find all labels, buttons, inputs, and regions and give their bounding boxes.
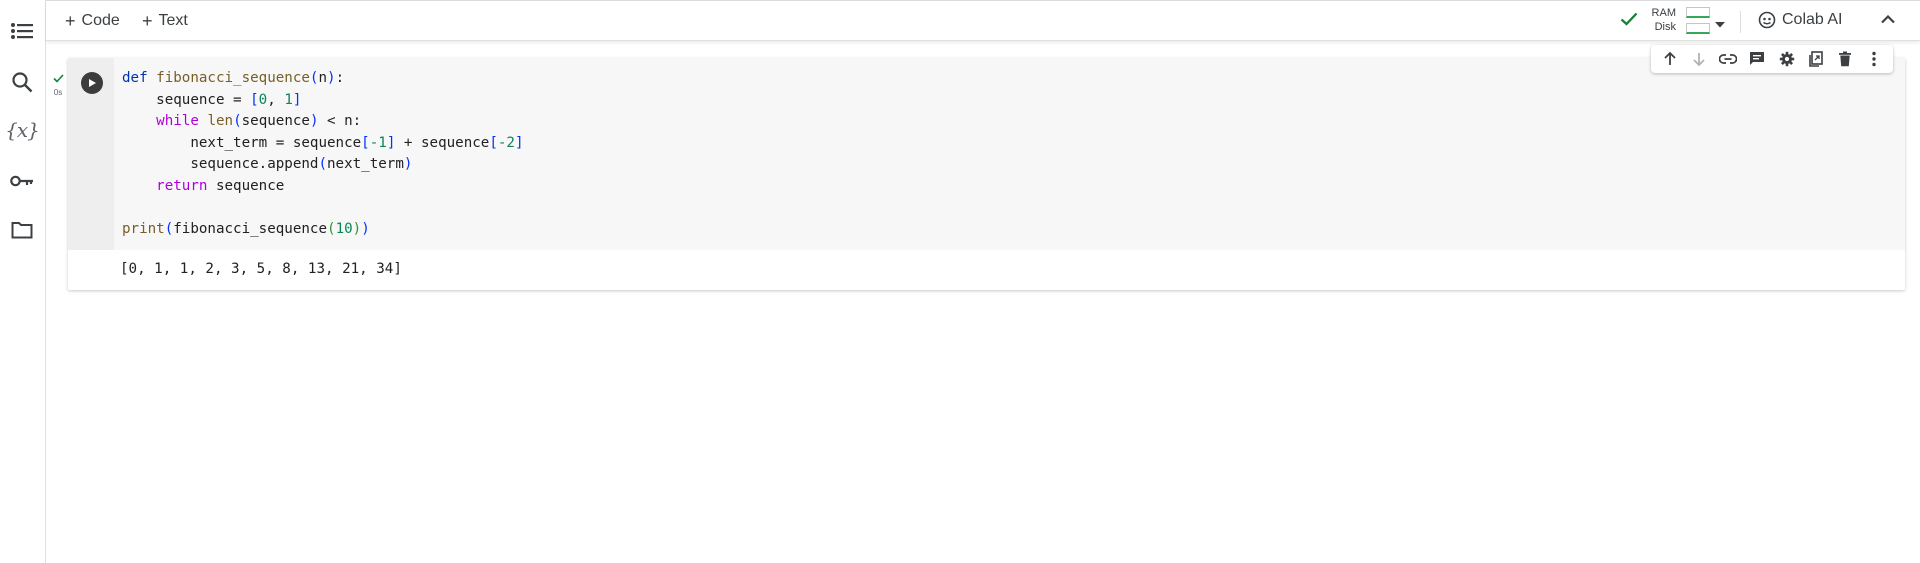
colab-ai-icon xyxy=(1758,11,1776,29)
mirror-cell-icon[interactable] xyxy=(1804,47,1828,71)
folder-icon[interactable] xyxy=(7,215,37,245)
search-icon[interactable] xyxy=(7,67,37,97)
code-cell[interactable]: def fibonacci_sequence(n): sequence = [0… xyxy=(68,58,1905,290)
resources-dropdown-icon[interactable] xyxy=(1714,16,1726,34)
code-line: sequence = [0, 1] xyxy=(122,91,302,108)
cell-output: [0, 1, 1, 2, 3, 5, 8, 13, 21, 34] xyxy=(120,261,402,277)
delete-icon[interactable] xyxy=(1833,47,1857,71)
link-icon[interactable] xyxy=(1716,47,1740,71)
ram-bar xyxy=(1686,7,1710,18)
code-line: def fibonacci_sequence(n): xyxy=(122,70,345,86)
plus-icon: + xyxy=(142,10,153,31)
executed-check-icon xyxy=(52,74,64,83)
arrow-up-icon[interactable] xyxy=(1658,47,1682,71)
secrets-key-icon[interactable] xyxy=(7,166,37,196)
add-code-button[interactable]: + Code xyxy=(65,10,120,32)
code-line: next_term = sequence[-1] + sequence[-2] xyxy=(122,134,524,151)
add-code-label: Code xyxy=(81,12,120,29)
code-editor[interactable]: def fibonacci_sequence(n): sequence = [0… xyxy=(114,58,1905,250)
more-vert-icon[interactable] xyxy=(1862,47,1886,71)
disk-bar xyxy=(1686,23,1710,34)
code-line: print(fibonacci_sequence(10)) xyxy=(122,220,370,237)
variables-icon[interactable]: {x} xyxy=(5,115,40,145)
execution-time: 0s xyxy=(53,88,63,97)
toc-icon[interactable] xyxy=(7,16,37,46)
run-cell-button[interactable] xyxy=(81,72,103,94)
arrow-down-icon[interactable] xyxy=(1687,47,1711,71)
add-text-label: Text xyxy=(158,12,188,29)
code-line: while len(sequence) < n: xyxy=(156,113,362,129)
collapse-toolbar-icon[interactable] xyxy=(1880,12,1896,30)
colab-ai-label: Colab AI xyxy=(1782,11,1843,28)
gear-icon[interactable] xyxy=(1775,47,1799,71)
ram-label: RAM xyxy=(1651,7,1676,19)
resource-bars[interactable] xyxy=(1686,7,1710,39)
execution-status: 0s xyxy=(50,70,66,97)
code-line: sequence.append(next_term) xyxy=(122,156,413,172)
play-icon xyxy=(89,79,96,87)
cell-toolbar xyxy=(1651,45,1893,73)
resource-labels[interactable]: RAM Disk xyxy=(1620,6,1676,34)
code-line: return sequence xyxy=(156,177,285,194)
disk-label: Disk xyxy=(1654,21,1676,33)
left-rail: {x} xyxy=(0,0,46,563)
colab-ai-button[interactable]: Colab AI xyxy=(1758,11,1842,29)
comment-icon[interactable] xyxy=(1745,47,1769,71)
toolbar-divider xyxy=(1740,11,1741,33)
add-text-button[interactable]: + Text xyxy=(142,10,188,32)
plus-icon: + xyxy=(65,10,76,31)
notebook-toolbar: + Code + Text RAM Disk Colab AI xyxy=(46,1,1920,41)
